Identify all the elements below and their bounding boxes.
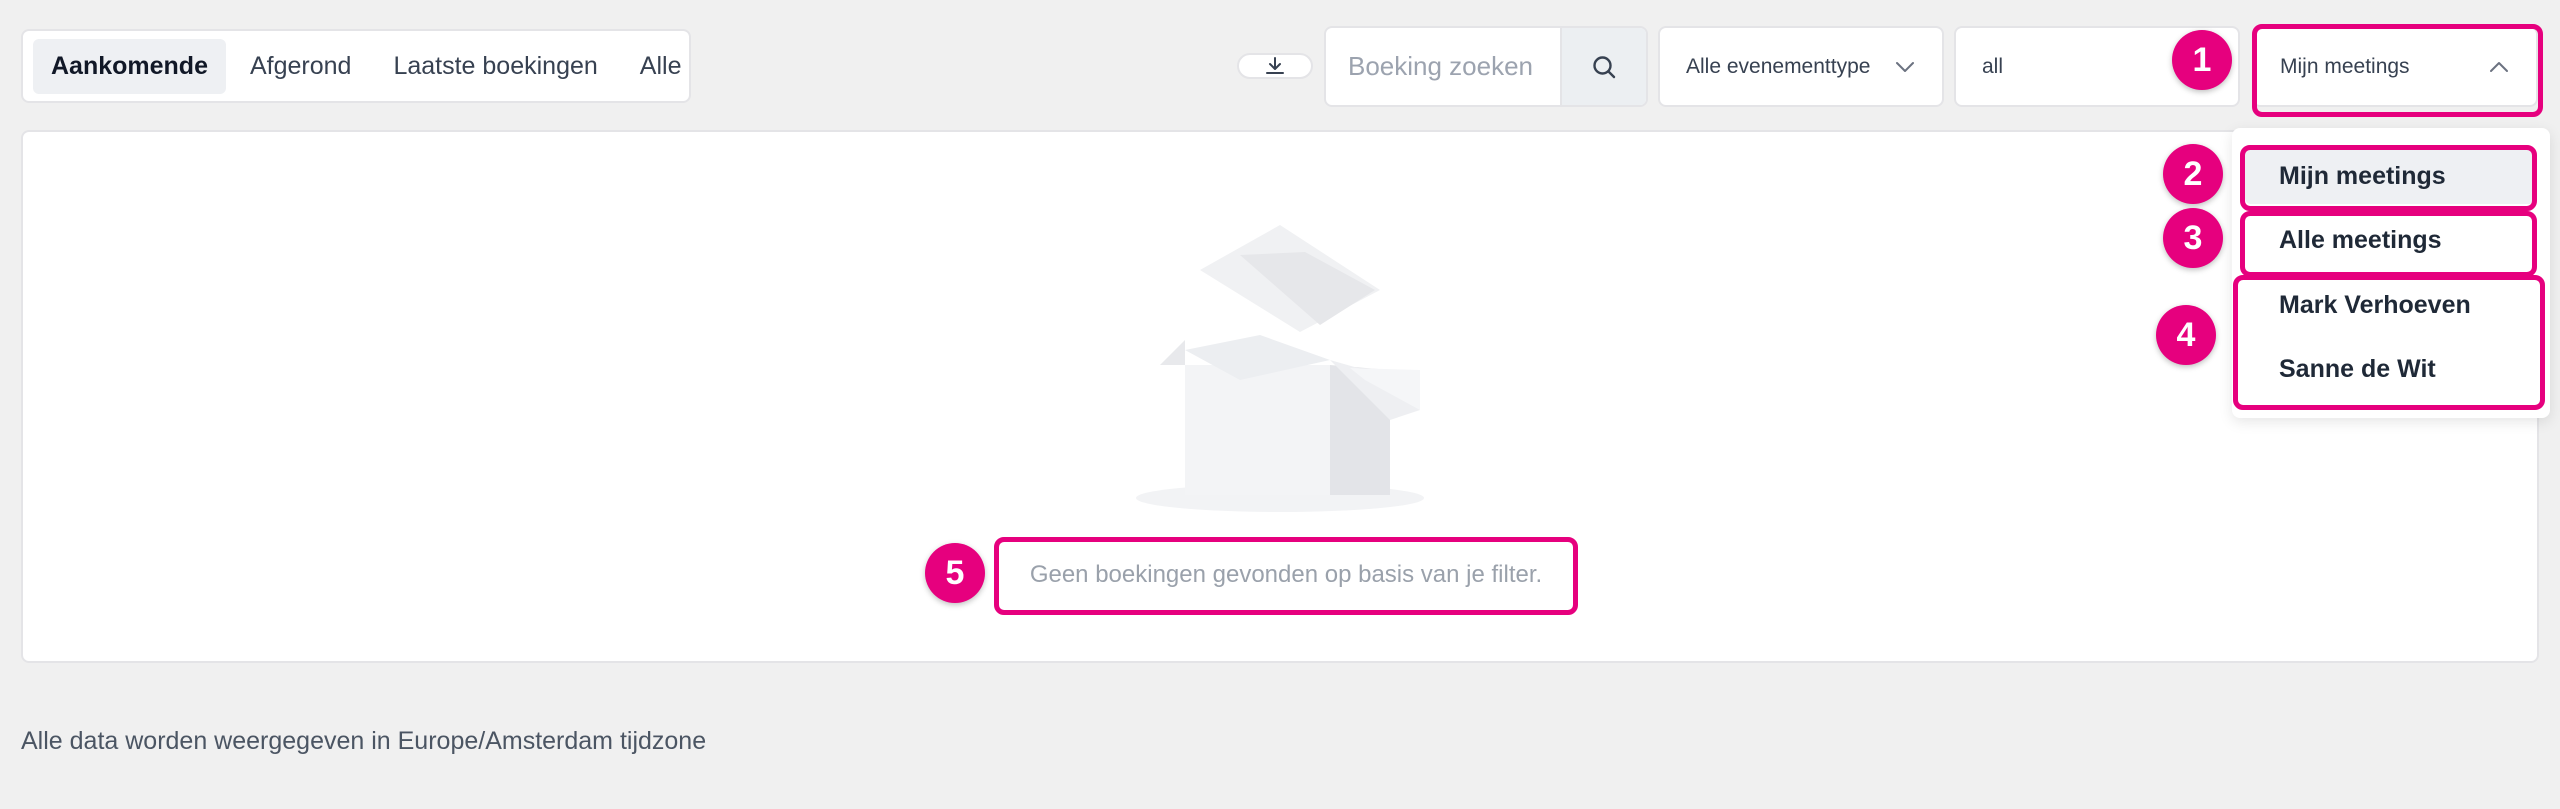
event-type-select[interactable]: Alle evenementtype xyxy=(1658,26,1944,107)
search-button[interactable] xyxy=(1560,28,1646,105)
highlight-meetings-select xyxy=(2252,24,2543,117)
search-input[interactable] xyxy=(1326,28,1560,105)
highlight-user-list xyxy=(2233,275,2545,410)
annotation-badge-4: 4 xyxy=(2156,305,2216,365)
highlight-alle-meetings xyxy=(2240,211,2537,277)
chevron-down-icon xyxy=(1896,61,1914,72)
tab-alle[interactable]: Alle xyxy=(622,39,700,94)
tab-afgerond[interactable]: Afgerond xyxy=(232,39,369,94)
annotation-badge-5: 5 xyxy=(925,543,985,603)
highlight-mijn-meetings xyxy=(2240,145,2537,211)
search-box xyxy=(1324,26,1648,107)
booking-tabs: Aankomende Afgerond Laatste boekingen Al… xyxy=(21,29,691,103)
tab-aankomende[interactable]: Aankomende xyxy=(33,38,226,94)
timezone-note: Alle data worden weergegeven in Europe/A… xyxy=(21,727,707,755)
highlight-empty-message xyxy=(994,537,1578,615)
search-icon xyxy=(1593,55,1616,78)
open-box-icon xyxy=(1136,225,1424,512)
annotation-badge-1: 1 xyxy=(2172,30,2232,90)
download-button[interactable] xyxy=(1237,53,1313,79)
tab-laatste-boekingen[interactable]: Laatste boekingen xyxy=(375,39,615,94)
event-type-select-value: Alle evenementtype xyxy=(1686,54,1871,78)
download-icon xyxy=(1266,57,1284,74)
annotation-badge-2: 2 xyxy=(2163,144,2223,204)
annotation-badge-3: 3 xyxy=(2163,208,2223,268)
